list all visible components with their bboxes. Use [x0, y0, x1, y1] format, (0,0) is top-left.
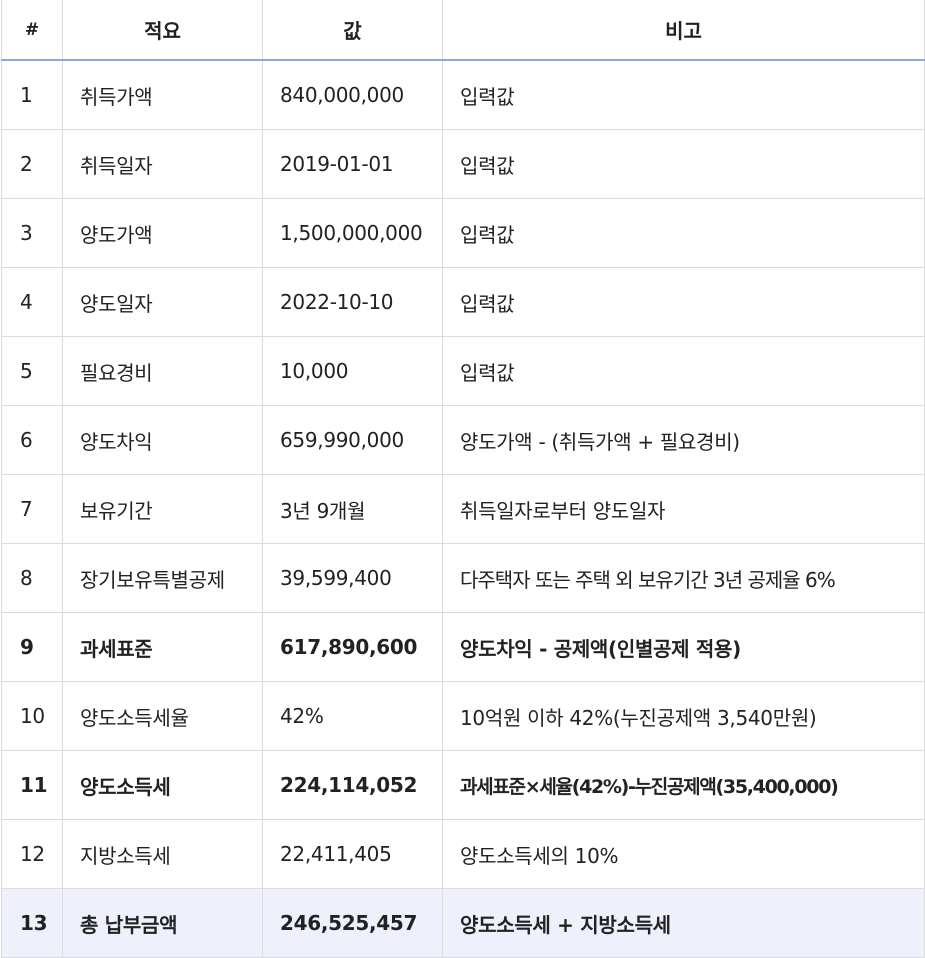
table-row-total: 13 총 납부금액 246,525,457 양도소득세 + 지방소득세	[1, 888, 925, 958]
row-note: 입력값	[442, 198, 925, 268]
header-note: 비고	[442, 0, 925, 61]
row-note: 양도소득세의 10%	[442, 819, 925, 889]
row-note: 10억원 이하 42%(누진공제액 3,540만원)	[442, 681, 925, 751]
header-value: 값	[262, 0, 443, 61]
table-row: 8 장기보유특별공제 39,599,400 다주택자 또는 주택 외 보유기간 …	[1, 543, 925, 613]
row-note: 과세표준×세율(42%)-누진공제액(35,400,000)	[442, 750, 925, 820]
row-item: 양도소득세율	[62, 681, 263, 751]
row-item: 보유기간	[62, 474, 263, 544]
row-num: 7	[1, 474, 63, 544]
row-item: 취득가액	[62, 60, 263, 130]
row-value: 2022-10-10	[262, 267, 443, 337]
row-value: 10,000	[262, 336, 443, 406]
row-num: 9	[1, 612, 63, 682]
header-item: 적요	[62, 0, 263, 61]
row-item: 필요경비	[62, 336, 263, 406]
row-note: 입력값	[442, 267, 925, 337]
table-row: 6 양도차익 659,990,000 양도가액 - (취득가액 + 필요경비)	[1, 405, 925, 475]
row-item: 양도차익	[62, 405, 263, 475]
table-header: # 적요 값 비고	[1, 0, 925, 61]
tax-calculation-table: # 적요 값 비고 1 취득가액 840,000,000 입력값 2 취득일자 …	[1, 0, 925, 958]
row-note: 입력값	[442, 336, 925, 406]
table-row-capital-gains-tax: 11 양도소득세 224,114,052 과세표준×세율(42%)-누진공제액(…	[1, 750, 925, 820]
row-value: 659,990,000	[262, 405, 443, 475]
table-row: 2 취득일자 2019-01-01 입력값	[1, 129, 925, 199]
table-body: 1 취득가액 840,000,000 입력값 2 취득일자 2019-01-01…	[1, 60, 925, 958]
row-num: 4	[1, 267, 63, 337]
table-row: 5 필요경비 10,000 입력값	[1, 336, 925, 406]
row-value: 224,114,052	[262, 750, 443, 820]
row-num: 2	[1, 129, 63, 199]
row-item: 총 납부금액	[62, 888, 263, 958]
row-num: 11	[1, 750, 63, 820]
table-row-taxable-base: 9 과세표준 617,890,600 양도차익 - 공제액(인별공제 적용)	[1, 612, 925, 682]
row-item: 양도일자	[62, 267, 263, 337]
row-note: 취득일자로부터 양도일자	[442, 474, 925, 544]
row-item: 지방소득세	[62, 819, 263, 889]
row-value: 1,500,000,000	[262, 198, 443, 268]
row-item: 장기보유특별공제	[62, 543, 263, 613]
table-row: 7 보유기간 3년 9개월 취득일자로부터 양도일자	[1, 474, 925, 544]
row-note: 입력값	[442, 60, 925, 130]
header-row: # 적요 값 비고	[1, 0, 925, 61]
row-num: 1	[1, 60, 63, 130]
table-row: 10 양도소득세율 42% 10억원 이하 42%(누진공제액 3,540만원)	[1, 681, 925, 751]
table-row: 4 양도일자 2022-10-10 입력값	[1, 267, 925, 337]
row-note: 양도가액 - (취득가액 + 필요경비)	[442, 405, 925, 475]
row-num: 5	[1, 336, 63, 406]
row-value: 840,000,000	[262, 60, 443, 130]
row-note: 양도소득세 + 지방소득세	[442, 888, 925, 958]
row-item: 양도소득세	[62, 750, 263, 820]
row-item: 취득일자	[62, 129, 263, 199]
table-row: 3 양도가액 1,500,000,000 입력값	[1, 198, 925, 268]
row-num: 13	[1, 888, 63, 958]
row-num: 12	[1, 819, 63, 889]
row-num: 10	[1, 681, 63, 751]
row-num: 6	[1, 405, 63, 475]
row-value: 2019-01-01	[262, 129, 443, 199]
row-item: 과세표준	[62, 612, 263, 682]
row-note: 양도차익 - 공제액(인별공제 적용)	[442, 612, 925, 682]
table-row: 12 지방소득세 22,411,405 양도소득세의 10%	[1, 819, 925, 889]
row-item: 양도가액	[62, 198, 263, 268]
row-value: 246,525,457	[262, 888, 443, 958]
row-num: 8	[1, 543, 63, 613]
row-value: 3년 9개월	[262, 474, 443, 544]
header-num: #	[1, 0, 63, 61]
table-row: 1 취득가액 840,000,000 입력값	[1, 60, 925, 130]
row-value: 617,890,600	[262, 612, 443, 682]
row-note: 입력값	[442, 129, 925, 199]
row-num: 3	[1, 198, 63, 268]
row-value: 39,599,400	[262, 543, 443, 613]
row-value: 42%	[262, 681, 443, 751]
row-value: 22,411,405	[262, 819, 443, 889]
row-note: 다주택자 또는 주택 외 보유기간 3년 공제율 6%	[442, 543, 925, 613]
